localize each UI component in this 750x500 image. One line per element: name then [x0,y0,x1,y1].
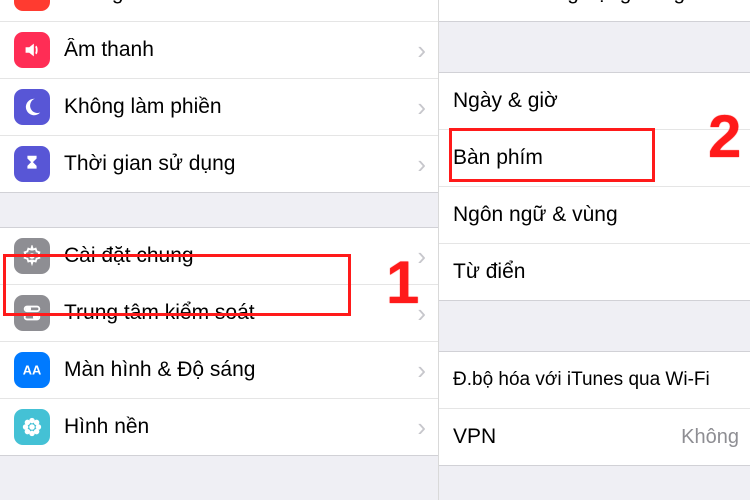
row-label: Màn hình & Độ sáng [64,358,413,382]
hourglass-icon [14,146,50,182]
row-label: Từ điển [453,260,743,284]
row-label: Hình nền [64,415,413,439]
row-keyboard[interactable]: Bàn phím [439,129,750,186]
chevron-right-icon: › [413,412,430,443]
general-settings-pane: Làm mới ứng dụng trong nền Ngày & giờ Bà… [438,0,750,500]
row-screentime[interactable]: Thời gian sử dụng › [0,135,438,192]
row-label: Đ.bộ hóa với iTunes qua Wi-Fi [453,369,743,391]
row-label: Thời gian sử dụng [64,152,413,176]
row-label: Cài đặt chung [64,244,413,268]
row-label: Trung tâm kiểm soát [64,301,413,325]
row-display[interactable]: AA Màn hình & Độ sáng › [0,341,438,398]
dnd-icon [14,89,50,125]
flower-icon [14,409,50,445]
row-general[interactable]: Cài đặt chung › [0,228,438,284]
row-notifications[interactable]: Thông báo › [0,0,438,21]
row-background-refresh[interactable]: Làm mới ứng dụng trong nền [439,0,750,21]
row-label: Ngày & giờ [453,89,743,113]
chevron-right-icon: › [413,241,430,272]
row-value: Không [681,426,743,449]
chevron-right-icon: › [413,92,430,123]
row-label: Âm thanh [64,38,413,62]
brightness-icon: AA [14,352,50,388]
row-label: Ngôn ngữ & vùng [453,203,743,227]
row-label: VPN [453,425,681,449]
chevron-right-icon: › [413,35,430,66]
row-label: Không làm phiền [64,95,413,119]
row-vpn[interactable]: VPN Không [439,408,750,465]
row-datetime[interactable]: Ngày & giờ [439,73,750,129]
toggles-icon [14,295,50,331]
settings-root-pane: Thông báo › Âm thanh › Không làm phiền ›… [0,0,438,500]
gear-icon [14,238,50,274]
row-label: Thông báo [64,0,413,5]
row-language-region[interactable]: Ngôn ngữ & vùng [439,186,750,243]
chevron-right-icon: › [413,355,430,386]
chevron-right-icon: › [413,298,430,329]
row-label: Làm mới ứng dụng trong nền [453,0,743,5]
row-wallpaper[interactable]: Hình nền › [0,398,438,455]
row-dictionary[interactable]: Từ điển [439,243,750,300]
row-sounds[interactable]: Âm thanh › [0,21,438,78]
row-label: Bàn phím [453,146,743,170]
notif-icon [14,0,50,11]
svg-text:AA: AA [23,363,42,378]
sound-icon [14,32,50,68]
row-controlcenter[interactable]: Trung tâm kiểm soát › [0,284,438,341]
chevron-right-icon: › [413,0,430,9]
row-itunes-sync[interactable]: Đ.bộ hóa với iTunes qua Wi-Fi [439,352,750,408]
row-dnd[interactable]: Không làm phiền › [0,78,438,135]
chevron-right-icon: › [413,149,430,180]
